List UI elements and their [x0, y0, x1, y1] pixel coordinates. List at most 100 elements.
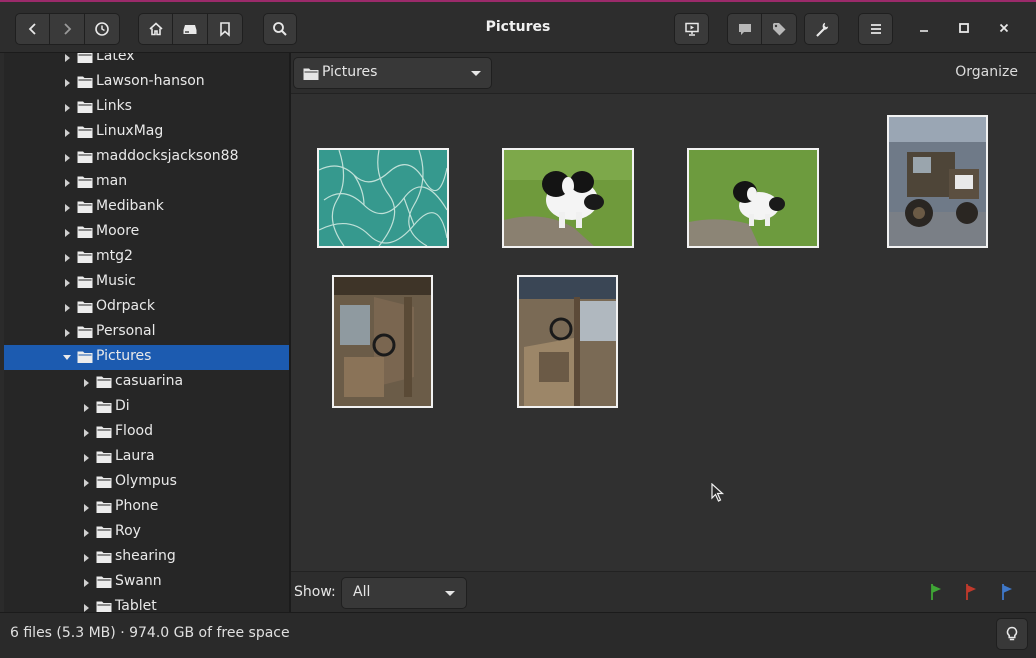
- sidebar-item-olympus[interactable]: Olympus: [4, 470, 289, 495]
- expander-collapsed-icon[interactable]: [84, 604, 89, 612]
- sidebar-item-label: Personal: [96, 323, 156, 339]
- folder-icon: [77, 326, 93, 338]
- location-dropdown[interactable]: Pictures: [293, 57, 492, 89]
- slideshow-button[interactable]: [674, 13, 709, 45]
- expander-collapsed-icon[interactable]: [84, 404, 89, 412]
- thumbnail-truck[interactable]: [887, 115, 988, 248]
- red-flag-icon[interactable]: [964, 583, 978, 601]
- expander-collapsed-icon[interactable]: [84, 579, 89, 587]
- places-group: [138, 13, 243, 45]
- sidebar-item-label: Odrpack: [96, 298, 155, 314]
- drive-button[interactable]: [173, 13, 208, 45]
- organize-button[interactable]: Organize: [955, 64, 1018, 80]
- expander-collapsed-icon[interactable]: [65, 129, 70, 137]
- folder-icon: [96, 401, 112, 413]
- home-button[interactable]: [138, 13, 173, 45]
- expander-collapsed-icon[interactable]: [65, 229, 70, 237]
- thumbnail-dog-2[interactable]: [687, 148, 819, 248]
- folder-icon: [77, 101, 93, 113]
- tools-button[interactable]: [804, 13, 839, 45]
- expander-collapsed-icon[interactable]: [84, 554, 89, 562]
- expander-collapsed-icon[interactable]: [65, 54, 70, 62]
- main-menu-button[interactable]: [858, 13, 893, 45]
- expander-collapsed-icon[interactable]: [65, 329, 70, 337]
- sidebar-item-casuarina[interactable]: casuarina: [4, 370, 289, 395]
- sidebar-item-odrpack[interactable]: Odrpack: [4, 295, 289, 320]
- thumbnail-truck-cab-1[interactable]: [332, 275, 433, 408]
- expander-collapsed-icon[interactable]: [84, 504, 89, 512]
- search-icon: [273, 22, 287, 36]
- sidebar-item-maddocksjackson88[interactable]: maddocksjackson88: [4, 145, 289, 170]
- sidebar-item-label: Links: [96, 98, 132, 114]
- bookmarks-button[interactable]: [208, 13, 243, 45]
- expander-collapsed-icon[interactable]: [84, 479, 89, 487]
- sidebar-item-personal[interactable]: Personal: [4, 320, 289, 345]
- folder-icon: [96, 551, 112, 563]
- sidebar-item-linuxmag[interactable]: LinuxMag: [4, 120, 289, 145]
- sidebar-item-flood[interactable]: Flood: [4, 420, 289, 445]
- search-button[interactable]: [263, 13, 297, 45]
- sidebar-item-lawson-hanson[interactable]: Lawson-hanson: [4, 70, 289, 95]
- folder-icon: [96, 426, 112, 438]
- green-flag-icon[interactable]: [929, 583, 943, 601]
- thumbnail-truck-cab-2[interactable]: [517, 275, 618, 408]
- location-label: Pictures: [322, 64, 378, 80]
- home-icon: [148, 22, 163, 36]
- sidebar-item-pictures[interactable]: Pictures: [4, 345, 289, 370]
- sidebar-item-mtg2[interactable]: mtg2: [4, 245, 289, 270]
- show-filter-dropdown[interactable]: All: [341, 577, 467, 609]
- comment-button[interactable]: [727, 13, 762, 45]
- mouse-cursor-icon: [711, 483, 725, 502]
- sidebar-item-latex[interactable]: Latex: [4, 53, 289, 70]
- maximize-button[interactable]: [953, 17, 975, 39]
- sidebar-item-music[interactable]: Music: [4, 270, 289, 295]
- expander-collapsed-icon[interactable]: [65, 154, 70, 162]
- expander-collapsed-icon[interactable]: [65, 104, 70, 112]
- sidebar-item-tablet[interactable]: Tablet: [4, 595, 289, 612]
- expander-expanded-icon[interactable]: [63, 355, 71, 360]
- expander-collapsed-icon[interactable]: [65, 179, 70, 187]
- sidebar-item-phone[interactable]: Phone: [4, 495, 289, 520]
- sidebar-item-label: Phone: [115, 498, 159, 514]
- sidebar-item-moore[interactable]: Moore: [4, 220, 289, 245]
- folder-icon: [96, 576, 112, 588]
- info-button[interactable]: [996, 618, 1028, 650]
- expander-collapsed-icon[interactable]: [65, 254, 70, 262]
- sidebar-item-label: Flood: [115, 423, 153, 439]
- expander-collapsed-icon[interactable]: [84, 379, 89, 387]
- expander-collapsed-icon[interactable]: [65, 279, 70, 287]
- forward-button[interactable]: [50, 13, 85, 45]
- expander-collapsed-icon[interactable]: [65, 79, 70, 87]
- sidebar-item-medibank[interactable]: Medibank: [4, 195, 289, 220]
- thumbnail-pattern[interactable]: [317, 148, 449, 248]
- sidebar-item-roy[interactable]: Roy: [4, 520, 289, 545]
- thumbnail-dog-1[interactable]: [502, 148, 634, 248]
- close-button[interactable]: [993, 17, 1015, 39]
- blue-flag-icon[interactable]: [1000, 583, 1014, 601]
- expander-collapsed-icon[interactable]: [65, 204, 70, 212]
- sidebar-item-di[interactable]: Di: [4, 395, 289, 420]
- sidebar-item-man[interactable]: man: [4, 170, 289, 195]
- sidebar-item-label: Swann: [115, 573, 162, 589]
- tag-button[interactable]: [762, 13, 797, 45]
- folder-icon: [77, 201, 93, 213]
- sidebar-item-shearing[interactable]: shearing: [4, 545, 289, 570]
- history-button[interactable]: [85, 13, 120, 45]
- history-icon: [95, 22, 109, 36]
- status-bar: 6 files (5.3 MB) · 974.0 GB of free spac…: [0, 612, 1036, 658]
- folder-icon: [77, 226, 93, 238]
- back-button[interactable]: [15, 13, 50, 45]
- expander-collapsed-icon[interactable]: [84, 529, 89, 537]
- minimize-button[interactable]: [913, 17, 935, 39]
- truck-cab-photo: [519, 277, 616, 406]
- sidebar-item-swann[interactable]: Swann: [4, 570, 289, 595]
- sidebar-item-label: Music: [96, 273, 136, 289]
- folder-tree: Latex Lawson-hanson Links LinuxMag maddocksj…: [4, 53, 289, 612]
- sidebar-item-links[interactable]: Links: [4, 95, 289, 120]
- expander-collapsed-icon[interactable]: [84, 454, 89, 462]
- sidebar-item-laura[interactable]: Laura: [4, 445, 289, 470]
- expander-collapsed-icon[interactable]: [84, 429, 89, 437]
- forward-icon: [64, 23, 72, 35]
- expander-collapsed-icon[interactable]: [65, 304, 70, 312]
- folder-icon: [77, 126, 93, 138]
